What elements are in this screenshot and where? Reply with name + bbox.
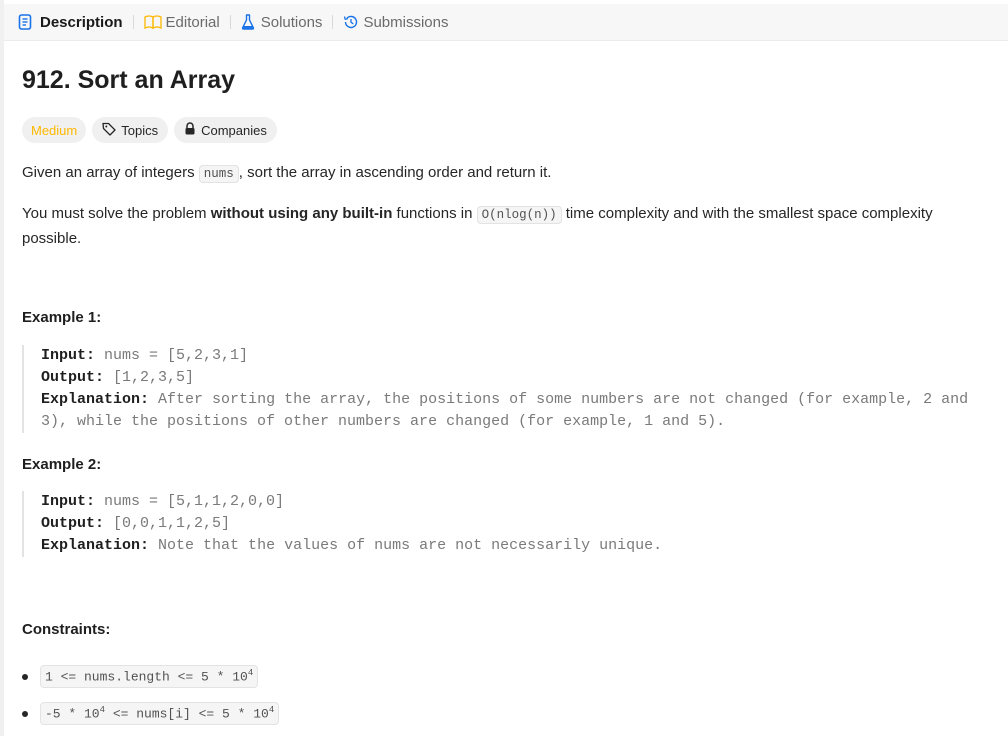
example-1-heading: Example 1: [22,309,102,326]
explanation-label: Explanation: [41,537,150,554]
list-item: 1 <= nums.length <= 5 * 104 [22,658,279,695]
input-label: Input: [41,493,96,510]
topics-label: Topics [121,122,159,138]
lock-icon [184,122,196,138]
explanation-value: Note that the values of nums are not nec… [158,537,663,554]
problem-title: 912. Sort an Array [22,66,236,94]
superscript: 4 [268,705,275,716]
constraints-list: 1 <= nums.length <= 5 * 104 -5 * 104 <= … [22,658,280,732]
example-1-input: Input: nums = [5,2,3,1] [41,345,982,367]
tab-description-label: Description [40,13,123,31]
example-2-explanation: Explanation: Note that the values of num… [41,535,982,557]
output-label: Output: [41,515,105,532]
text: possible. [22,230,82,247]
constraint-1: 1 <= nums.length <= 5 * 104 [40,665,259,688]
example-1-output: Output: [1,2,3,5] [41,367,982,389]
text: You must solve the problem [22,205,211,222]
tab-separator [229,15,231,29]
tab-editorial[interactable]: Editorial [143,13,220,31]
example-2-block: Input: nums = [5,1,1,2,0,0] Output: [0,0… [22,491,982,557]
text: , sort the array in ascending order and … [238,164,552,181]
input-value: nums = [5,2,3,1] [104,347,249,364]
history-icon [343,14,359,30]
description-icon [18,14,32,30]
difficulty-badge: Medium [22,117,87,143]
example-2-output: Output: [0,0,1,1,2,5] [41,513,982,535]
text: 1 <= nums.length <= 5 * 10 [45,669,248,685]
output-value: [1,2,3,5] [113,369,195,386]
bullet-dot [22,673,28,680]
tab-submissions-label: Submissions [363,13,449,31]
description-paragraph-2: You must solve the problem without using… [22,202,933,250]
tab-editorial-label: Editorial [165,13,220,31]
tab-separator [132,15,134,29]
tab-solutions-label: Solutions [260,13,323,31]
companies-button[interactable]: Companies [174,117,277,143]
input-value: nums = [5,1,1,2,0,0] [104,493,285,510]
tab-separator [332,15,334,29]
tab-solutions[interactable]: Solutions [241,13,323,31]
input-label: Input: [41,347,96,364]
book-icon [143,15,162,29]
text: <= nums[i] <= 5 * 10 [105,706,269,722]
text: Given an array of integers [22,164,199,181]
tab-submissions[interactable]: Submissions [343,14,448,31]
text: functions in [392,205,477,222]
inline-code-complexity: O(nlog(n)) [476,206,562,224]
problem-panel: Description Editorial Solutions Submissi… [0,0,1008,736]
explanation-label: Explanation: [41,391,150,408]
bullet-dot [22,710,28,717]
example-1-explanation-cont: 3), while the positions of other numbers… [41,413,726,430]
output-label: Output: [41,369,105,386]
inline-code-nums: nums [198,165,239,183]
example-1-explanation: Explanation: After sorting the array, th… [41,389,982,411]
constraints-heading: Constraints: [22,621,111,638]
tab-bar: Description Editorial Solutions Submissi… [4,4,1008,41]
tag-chips: Medium Topics Companies [22,117,277,143]
example-2-heading: Example 2: [22,456,102,473]
companies-label: Companies [201,122,267,138]
constraint-2: -5 * 104 <= nums[i] <= 5 * 104 [40,702,280,725]
topics-button[interactable]: Topics [92,117,169,143]
panel-edge [0,0,4,736]
list-item: -5 * 104 <= nums[i] <= 5 * 104 [22,695,280,732]
superscript: 4 [247,668,254,679]
tag-icon [102,122,116,139]
output-value: [0,0,1,1,2,5] [113,515,231,532]
example-2-input: Input: nums = [5,1,1,2,0,0] [41,491,982,513]
explanation-value: After sorting the array, the positions o… [158,391,969,408]
description-paragraph-1: Given an array of integers nums, sort th… [22,161,551,186]
text: time complexity and with the smallest sp… [561,205,933,222]
text: -5 * 10 [45,706,100,722]
flask-icon [241,14,255,30]
bold-text: without using any built-in [210,205,393,222]
example-1-block: Input: nums = [5,2,3,1] Output: [1,2,3,5… [22,345,982,433]
tab-description[interactable]: Description [18,14,123,31]
